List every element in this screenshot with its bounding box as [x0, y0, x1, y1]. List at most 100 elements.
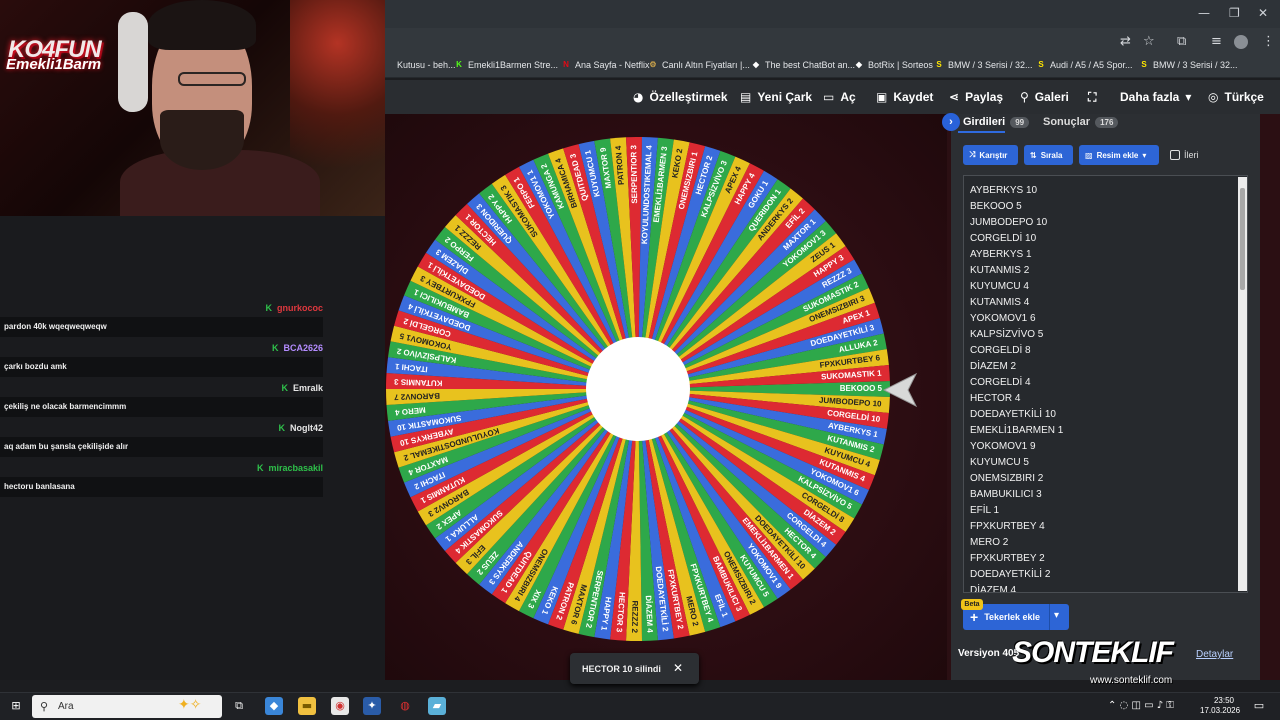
bookmark-item[interactable]: S BMW / 3 Serisi / 32... [1139, 60, 1238, 70]
wheel-center-hub[interactable] [586, 337, 690, 441]
entry-line: YOKOMOV1 9 [970, 441, 1036, 452]
entry-line: AYBERKYS 1 [970, 249, 1032, 260]
entry-line: CORGELDİ 8 [970, 345, 1031, 356]
bookmark-item[interactable]: ⚙ Canlı Altın Fiyatları |... [648, 60, 750, 70]
caret-down-icon: ▾ [1185, 90, 1192, 104]
entry-line: KUTANMIS 4 [970, 297, 1030, 308]
advanced-checkbox[interactable] [1170, 150, 1180, 160]
bookmark-item[interactable]: ◆ The best ChatBot an... [751, 60, 855, 70]
entry-line: EMEKLİ1BARMEN 1 [970, 425, 1064, 436]
share-button[interactable]: ⋖ Paylaş [949, 90, 1003, 104]
media-icon[interactable]: ≡ [1211, 34, 1222, 49]
windows-start-icon[interactable]: ⊞ [7, 697, 25, 715]
fullscreen-button[interactable]: ⛶ [1088, 90, 1096, 105]
globe-icon: ◎ [1208, 90, 1219, 104]
tab-results[interactable]: Sonuçlar 176 [1043, 116, 1119, 128]
beta-badge: Beta [961, 599, 983, 610]
bookmark-item[interactable]: ◆ BotRix | Sorteos [854, 60, 933, 70]
tray-icons[interactable]: ⌃ ◌ ◫ ▭ ♪ ⚿ [1108, 700, 1174, 711]
chat-username[interactable]: K Emralk [281, 383, 323, 393]
bookmark-star-icon[interactable]: ☆ [1143, 34, 1155, 49]
palette-icon: ◕ [633, 90, 644, 104]
bookmark-label: BotRix | Sorteos [868, 60, 933, 70]
streamer-hair [148, 0, 256, 50]
chat-message: hectoru banlasana [0, 477, 323, 497]
sort-button[interactable]: ⇅ Sırala [1024, 145, 1073, 165]
chat-message: çarkı bozdu amk [0, 357, 323, 377]
bookmark-favicon-icon: N [563, 60, 569, 69]
caret-down-icon: ▾ [1142, 150, 1147, 160]
add-wheels-caret-icon[interactable]: ▾ [1054, 610, 1059, 621]
open-button[interactable]: ▭ Aç [823, 90, 856, 104]
menu-kebab-icon[interactable]: ⋮ [1262, 34, 1275, 49]
entry-line: DOEDAYETKİLİ 2 [970, 569, 1051, 580]
task-view-icon[interactable]: ⧉ [230, 697, 248, 715]
chrome-icon[interactable]: ◉ [331, 697, 349, 715]
chat-username[interactable]: K Noglt42 [278, 423, 323, 433]
results-count-badge: 176 [1095, 116, 1119, 128]
chat-message: aq adam bu şansla çekilişide alır [0, 437, 323, 457]
version-label: Versiyon 405 [958, 648, 1020, 659]
add-wheels-split-divider [1049, 604, 1050, 630]
entry-line: DİAZEM 2 [970, 361, 1017, 372]
close-window-icon[interactable]: ✕ [1258, 6, 1268, 20]
system-clock[interactable]: 23:50 17.03.2026 [1200, 696, 1240, 716]
wheel-segment-label: BARONV2 7 [393, 391, 440, 401]
toast-close-icon[interactable]: ✕ [673, 661, 683, 675]
bookmark-label: Canlı Altın Fiyatları |... [662, 60, 750, 70]
chat-username[interactable]: Kmiracbasakil [257, 463, 323, 473]
app-icon-2[interactable]: ✦ [363, 697, 381, 715]
bookmark-item[interactable]: S BMW / 3 Serisi / 32... [934, 60, 1032, 70]
glasses [178, 72, 246, 86]
collapse-panel-icon[interactable]: › [942, 113, 960, 131]
app-icon-3[interactable]: ▰ [428, 697, 446, 715]
app-icon-1[interactable]: ◆ [265, 697, 283, 715]
add-image-button[interactable]: ▨ Resim ekle ▾ [1079, 145, 1159, 165]
file-explorer-icon[interactable]: ▬ [298, 697, 316, 715]
sonteklif-watermark: SONTEKLIF [1012, 636, 1174, 669]
wheel-segment-label: REZZZ 2 [630, 600, 640, 633]
notification-icon[interactable]: ▭ [1250, 697, 1268, 715]
new-wheel-button[interactable]: ▤ Yeni Çark [740, 90, 812, 104]
sparkle-icon: ✦✧ [178, 697, 202, 713]
maximize-icon[interactable]: ❐ [1229, 6, 1240, 20]
entries-scroll-thumb[interactable] [1240, 188, 1245, 290]
customize-button[interactable]: ◕ Özelleştirmek [633, 90, 728, 104]
language-button[interactable]: ◎ Türkçe [1208, 90, 1264, 104]
search-icon: ⚲ [40, 700, 49, 713]
entry-line: BEKOOO 5 [970, 201, 1022, 212]
entries-textarea[interactable]: AYBERKYS 10 BEKOOO 5 JUMBODEPO 10 CORGELDİ … [963, 175, 1248, 593]
shuffle-button[interactable]: ⤨ Karıştır [963, 145, 1018, 165]
gallery-button[interactable]: ⚲ Galeri [1020, 90, 1069, 104]
bookmark-favicon-icon: S [1141, 60, 1147, 69]
bookmark-favicon-icon: K [456, 60, 462, 69]
details-link[interactable]: Detaylar [1196, 649, 1233, 660]
bookmark-item[interactable]: N Ana Sayfa - Netflix [561, 60, 649, 70]
spin-wheel[interactable]: BEKOOO 5JUMBODEPO 10CORGELDİ 10AYBERKYS … [378, 129, 898, 649]
fullscreen-icon: ⛶ [1088, 90, 1097, 104]
headphones [118, 12, 148, 112]
extensions-icon[interactable]: ⧉ [1177, 34, 1186, 49]
kick-badge-icon: K [281, 383, 288, 393]
chat-username[interactable]: K BCA2626 [272, 343, 323, 353]
more-menu-button[interactable]: Daha fazla ▾ [1120, 90, 1191, 104]
webcam-overlay: KO4FUN Emekli1Barm [0, 0, 385, 216]
entry-line: KALPSİZVİVO 5 [970, 329, 1044, 340]
profile-avatar[interactable] [1234, 35, 1248, 49]
translate-icon[interactable]: ⇄ [1120, 34, 1131, 49]
entry-line: HECTOR 4 [970, 393, 1021, 404]
tab-entries[interactable]: Girdileri 99 [963, 116, 1030, 128]
entry-line: CORGELDİ 4 [970, 377, 1031, 388]
sort-icon: ⇅ [1030, 150, 1037, 160]
bookmark-item[interactable]: Kutusu - beh... [383, 60, 456, 70]
chat-username[interactable]: Kgnurkococ [265, 303, 323, 313]
bookmark-item[interactable]: K Emekli1Barmen Stre... [454, 60, 558, 70]
kick-badge-icon: K [256, 463, 264, 473]
bookmark-item[interactable]: S Audi / A5 / A5 Spor... [1036, 60, 1132, 70]
obs-icon[interactable]: ◍ [396, 697, 414, 715]
minimize-icon[interactable]: — [1198, 6, 1210, 20]
entry-line: MERO 2 [970, 537, 1009, 548]
bookmark-label: BMW / 3 Serisi / 32... [1153, 60, 1238, 70]
save-button[interactable]: ▣ Kaydet [876, 90, 933, 104]
wheel-pointer-icon [882, 372, 918, 408]
